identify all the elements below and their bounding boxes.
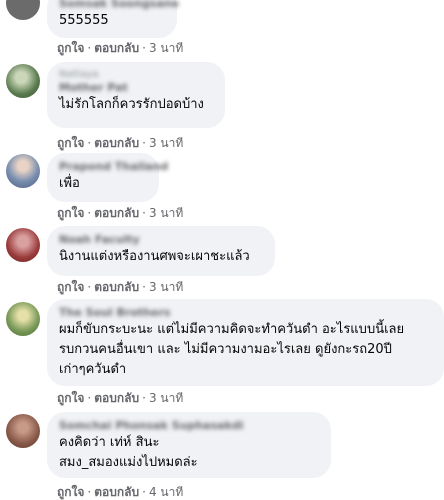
comment-text-line: เก่าๆควันดำ (59, 362, 127, 377)
comment-text-line: เพื่อ (59, 176, 80, 191)
timestamp[interactable]: 3 นาที (149, 206, 183, 220)
separator: · (87, 136, 92, 150)
separator: · (87, 391, 92, 405)
comment-text: ไม่รักโลกก็ควรรักปอดบ้าง (59, 95, 213, 115)
comment-bubble: Nattaya Mother Pat ไม่รักโลกก็ควรรักปอดบ… (47, 62, 225, 128)
commenter-name[interactable]: Somchai Phonsak Suphasakdi (59, 419, 319, 433)
comment-actions: ถูกใจ · ตอบกลับ · 3 นาที (57, 390, 183, 406)
avatar[interactable] (6, 154, 40, 188)
like-link[interactable]: ถูกใจ (57, 391, 84, 405)
timestamp[interactable]: 3 นาที (149, 280, 183, 294)
comment-text-line: สมง_สมองแม่งไปหมดล่ะ (59, 455, 198, 470)
commenter-name[interactable]: Prapond Thailand (59, 160, 168, 174)
reply-link[interactable]: ตอบกลับ (94, 136, 139, 150)
comment-text-line: คงคิดว่า เท่ห์ สินะ (59, 435, 160, 450)
comment-actions: ถูกใจ · ตอบกลับ · 3 นาที (57, 135, 183, 151)
separator: · (87, 206, 92, 220)
separator: · (142, 391, 146, 405)
reply-link[interactable]: ตอบกลับ (94, 206, 139, 220)
comment-bubble: Somchai Phonsak Suphasakdi คงคิดว่า เท่ห… (47, 412, 331, 478)
comment-actions: ถูกใจ · ตอบกลับ · 3 นาที (57, 40, 183, 56)
comment-text-line: ไม่รักโลกก็ควรรักปอดบ้าง (59, 97, 204, 112)
like-link[interactable]: ถูกใจ (57, 41, 84, 55)
avatar[interactable] (6, 0, 40, 20)
reply-link[interactable]: ตอบกลับ (94, 41, 139, 55)
reply-link[interactable]: ตอบกลับ (94, 391, 139, 405)
like-link[interactable]: ถูกใจ (57, 206, 84, 220)
commenter-name[interactable]: The Soul Brothers (59, 306, 432, 320)
separator: · (142, 41, 146, 55)
commenter-name[interactable]: Mother Pat (59, 81, 213, 95)
avatar[interactable] (6, 64, 40, 98)
avatar[interactable] (6, 302, 40, 336)
timestamp[interactable]: 3 นาที (149, 136, 183, 150)
separator: · (142, 485, 146, 499)
reply-link[interactable]: ตอบกลับ (94, 280, 139, 294)
like-link[interactable]: ถูกใจ (57, 280, 84, 294)
separator: · (87, 485, 92, 499)
comment-text-line: ผมก็ขับกระบะนะ แต่ไม่มีความคิดจะทำควันดำ… (59, 322, 405, 337)
commenter-badge: Nattaya (59, 69, 99, 80)
comment-bubble: Prapond Thailand เพื่อ (47, 153, 168, 202)
comment-bubble: Somsak Soongsane 555555 (47, 0, 179, 38)
timestamp[interactable]: 3 นาที (149, 41, 183, 55)
separator: · (142, 280, 146, 294)
comment-actions: ถูกใจ · ตอบกลับ · 3 นาที (57, 279, 183, 295)
avatar[interactable] (6, 414, 40, 448)
avatar[interactable] (6, 228, 40, 262)
comment-text: ผมก็ขับกระบะนะ แต่ไม่มีความคิดจะทำควันดำ… (59, 320, 432, 380)
comment-text: เพื่อ (59, 174, 147, 194)
separator: · (142, 206, 146, 220)
comment-text: คงคิดว่า เท่ห์ สินะ สมง_สมองแม่งไปหมดล่ะ (59, 433, 319, 473)
separator: · (87, 280, 92, 294)
comment-text: 555555 (59, 11, 165, 31)
timestamp[interactable]: 3 นาที (149, 391, 183, 405)
comment-text: นิงานแต่งหรืองานศพจะเผาชะแล้ว (59, 247, 263, 267)
timestamp[interactable]: 4 นาที (149, 485, 183, 499)
comment-actions: ถูกใจ · ตอบกลับ · 3 นาที (57, 205, 183, 221)
like-link[interactable]: ถูกใจ (57, 136, 84, 150)
reply-link[interactable]: ตอบกลับ (94, 485, 139, 499)
comment-text-line: 555555 (59, 13, 109, 28)
comment-text-line: รบกวนคนอื่นเขา และ ไม่มีความงามอะไรเลย ด… (59, 342, 392, 357)
separator: · (87, 41, 92, 55)
separator: · (142, 136, 146, 150)
comment-text-line: นิงานแต่งหรืองานศพจะเผาชะแล้ว (59, 249, 250, 264)
like-link[interactable]: ถูกใจ (57, 485, 84, 499)
comment-bubble: The Soul Brothers ผมก็ขับกระบะนะ แต่ไม่ม… (47, 299, 444, 386)
commenter-name[interactable]: Noah Faculty (59, 233, 263, 247)
commenter-name[interactable]: Somsak Soongsane (59, 0, 179, 11)
comment-bubble: Noah Faculty นิงานแต่งหรืองานศพจะเผาชะแล… (47, 226, 275, 276)
